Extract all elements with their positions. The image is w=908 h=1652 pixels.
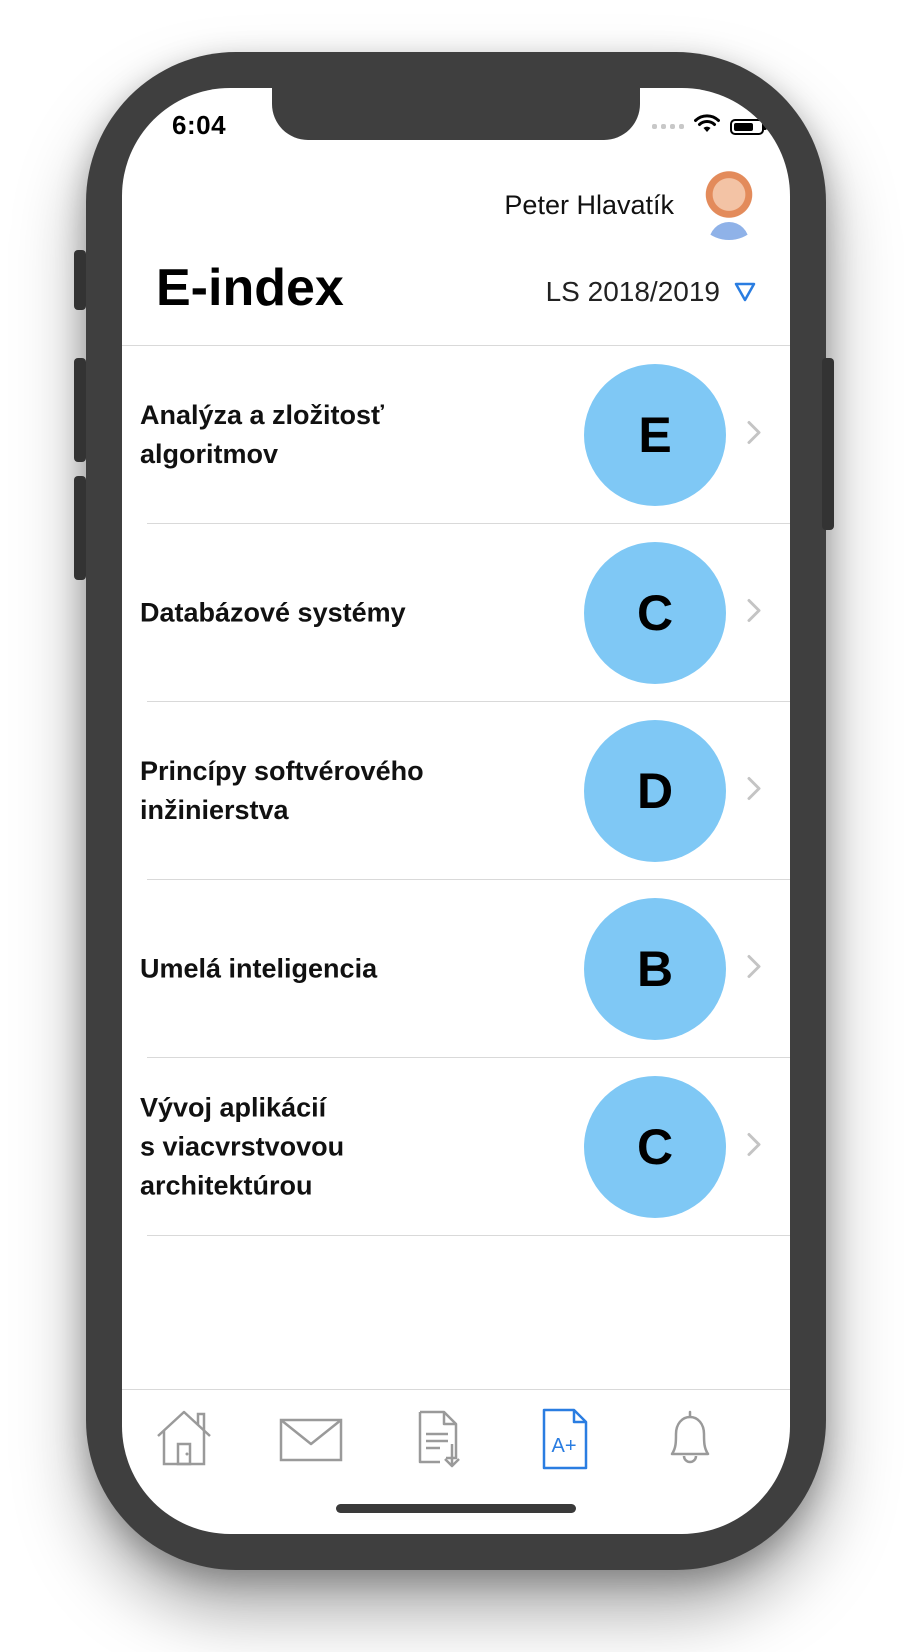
chevron-right-icon [747,1132,761,1161]
tab-home[interactable] [152,1406,222,1470]
grade-badge: D [584,719,726,862]
course-title: Princípy softvérového inžinierstva [140,755,424,825]
chevron-right-icon [747,954,761,983]
course-row[interactable]: Databázové systémy C [140,524,790,702]
home-icon [157,1410,211,1466]
notch [272,88,640,140]
tab-messages[interactable] [276,1406,346,1470]
home-indicator[interactable] [336,1504,576,1513]
mail-icon [279,1418,343,1462]
course-row[interactable]: Princípy softvérového inžinierstva D [140,702,790,880]
status-time: 6:04 [172,110,227,140]
course-title: Umelá inteligencia [140,953,378,983]
user-profile[interactable]: Peter Hlavatík [504,170,764,240]
dropdown-triangle-icon [734,282,756,302]
volume-down-button [74,476,86,580]
grades-icon: A+ [542,1408,588,1470]
grade-badge: C [584,541,726,684]
user-name: Peter Hlavatík [504,189,674,220]
bell-icon [670,1410,710,1464]
semester-selector[interactable]: LS 2018/2019 [546,276,756,308]
course-list: Analýza a zložitosť algoritmov E Databáz… [122,345,790,1236]
title-row: E-index LS 2018/2019 [122,258,790,338]
course-row[interactable]: Vývoj aplikácií s viacvrstvovou architek… [140,1058,790,1236]
status-icons [652,114,767,139]
course-title: Vývoj aplikácií s viacvrstvovou architek… [140,1092,345,1200]
course-row[interactable]: Analýza a zložitosť algoritmov E [140,346,790,524]
grade-badge: C [584,1075,726,1218]
chevron-right-icon [747,420,761,449]
tab-notifications[interactable] [658,1406,728,1470]
grade-badge: B [584,897,726,1040]
course-title: Databázové systémy [140,597,406,627]
tab-grades[interactable]: A+ [534,1406,604,1470]
page-title: E-index [156,259,344,317]
chevron-right-icon [747,598,761,627]
course-row[interactable]: Umelá inteligencia B [140,880,790,1058]
volume-up-button [74,358,86,462]
course-title: Analýza a zložitosť algoritmov [140,399,384,469]
device-mockup: 6:04 Peter Hlavatík E-index LS 2018/2019 [0,0,908,1652]
avatar[interactable] [694,170,764,240]
power-button [822,358,834,530]
grades-icon-label: A+ [551,1435,576,1457]
document-download-icon [418,1410,460,1468]
signal-icon [652,124,684,129]
wifi-icon [694,114,720,139]
battery-icon [730,118,767,135]
grade-badge: E [584,363,726,506]
mute-switch [74,250,86,310]
tab-documents[interactable] [410,1406,480,1470]
semester-label: LS 2018/2019 [545,276,720,307]
chevron-right-icon [747,776,761,805]
app-screen: 6:04 Peter Hlavatík E-index LS 2018/2019 [122,88,790,1534]
